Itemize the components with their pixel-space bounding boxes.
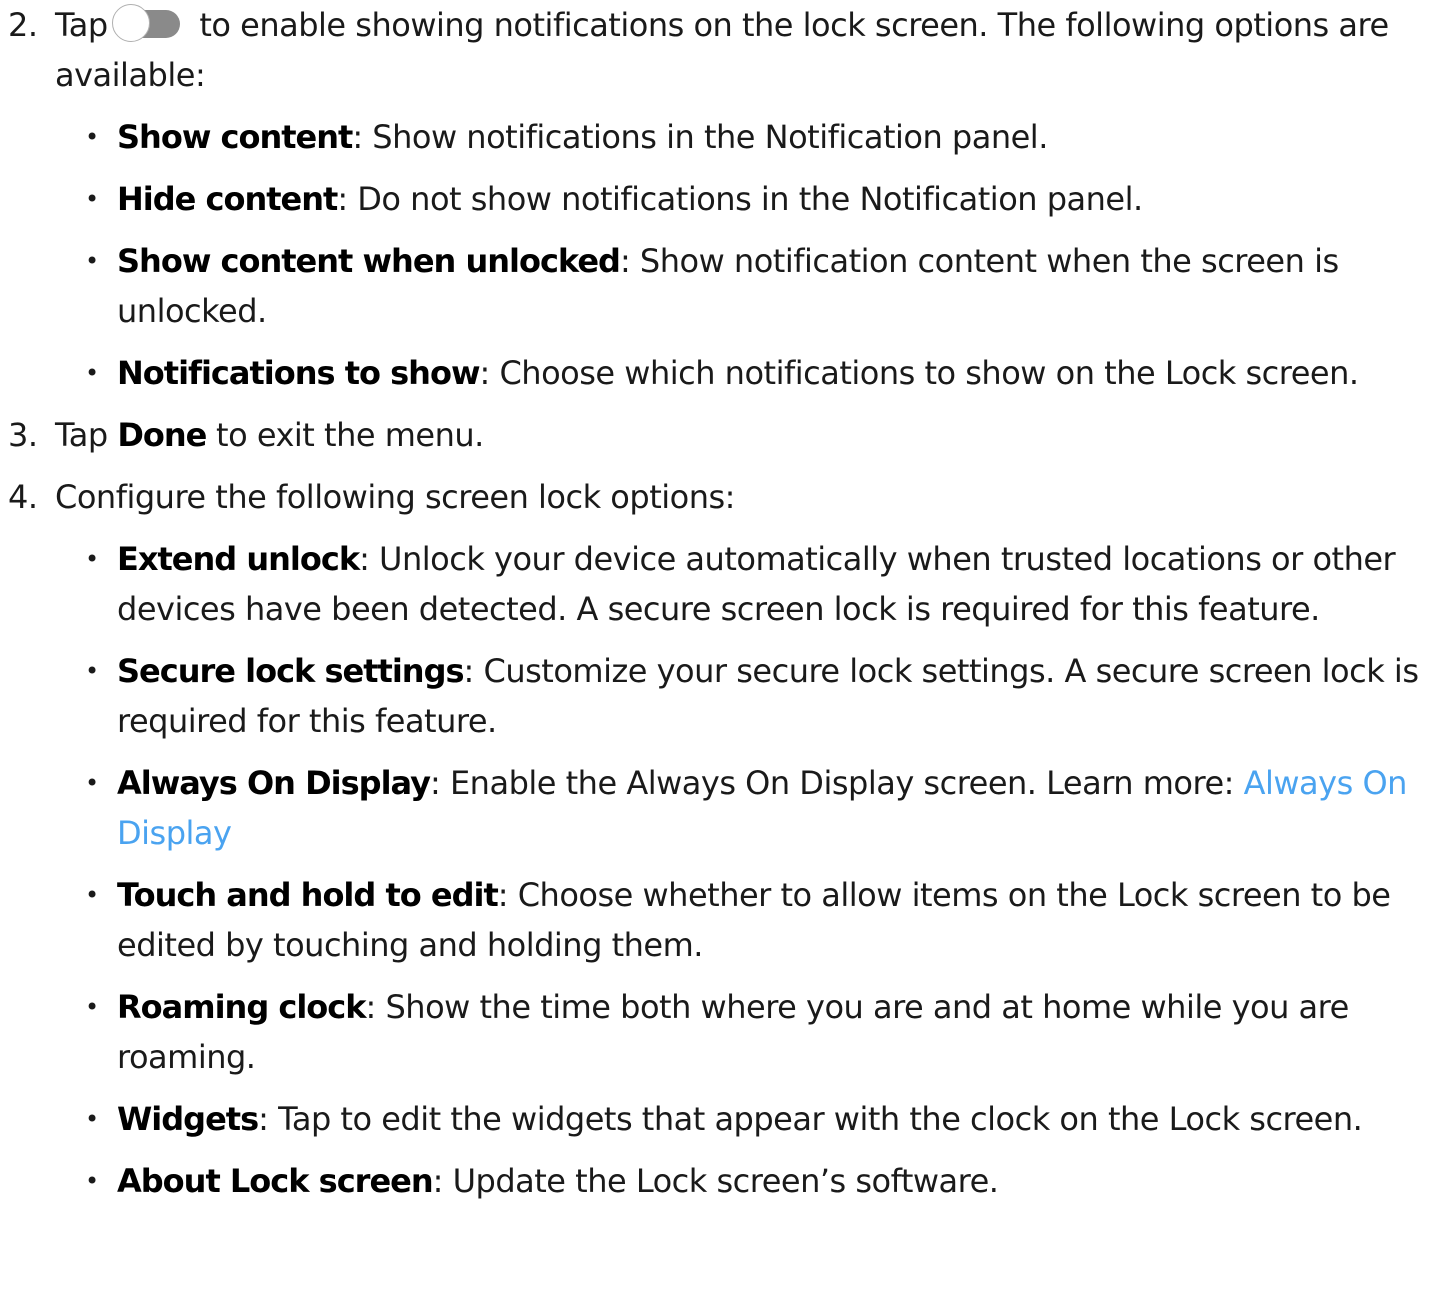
bullet-icon: • (85, 881, 99, 909)
option-term: Widgets (117, 1100, 259, 1138)
step-4: 4. Configure the following screen lock o… (0, 472, 1429, 1206)
option-term: Notifications to show (117, 354, 480, 392)
list-item-notifications-to-show: • Notifications to show: Choose which no… (55, 348, 1429, 398)
list-item-extend-unlock: • Extend unlock: Unlock your device auto… (55, 534, 1429, 634)
bullet-icon: • (85, 123, 99, 151)
step-2: 2. Tap to enable showing notifications o… (0, 0, 1429, 398)
done-term: Done (117, 416, 207, 454)
option-desc: : Show notifications in the Notification… (352, 118, 1048, 156)
toggle-off-icon (111, 4, 186, 44)
bullet-icon: • (85, 185, 99, 213)
option-term: Touch and hold to edit (117, 876, 499, 914)
option-desc: : Do not show notifications in the Notif… (337, 180, 1143, 218)
notification-options-list: • Show content: Show notifications in th… (55, 112, 1429, 398)
bullet-icon: • (85, 1105, 99, 1133)
option-term: Show content when unlocked (117, 242, 621, 280)
option-term: Show content (117, 118, 353, 156)
bullet-icon: • (85, 359, 99, 387)
list-item-touch-and-hold: • Touch and hold to edit: Choose whether… (55, 870, 1429, 970)
step-text-post: to exit the menu. (206, 416, 484, 454)
step-number: 4. (8, 478, 38, 516)
list-item-show-content: • Show content: Show notifications in th… (55, 112, 1429, 162)
option-desc: : Enable the Always On Display screen. L… (430, 764, 1244, 802)
list-item-roaming-clock: • Roaming clock: Show the time both wher… (55, 982, 1429, 1082)
step-3: 3. Tap Done to exit the menu. (0, 410, 1429, 460)
list-item-secure-lock-settings: • Secure lock settings: Customize your s… (55, 646, 1429, 746)
option-term: Extend unlock (117, 540, 360, 578)
list-item-show-content-unlocked: • Show content when unlocked: Show notif… (55, 236, 1429, 336)
option-term: About Lock screen (117, 1162, 434, 1200)
list-item-widgets: • Widgets: Tap to edit the widgets that … (55, 1094, 1429, 1144)
option-desc: : Tap to edit the widgets that appear wi… (258, 1100, 1363, 1138)
step-number: 2. (8, 6, 38, 44)
screen-lock-options-list: • Extend unlock: Unlock your device auto… (55, 534, 1429, 1206)
option-term: Hide content (117, 180, 338, 218)
option-desc: : Choose which notifications to show on … (479, 354, 1360, 392)
bullet-icon: • (85, 1167, 99, 1195)
option-desc: : Update the Lock screen’s software. (432, 1162, 999, 1200)
step-text: Configure the following screen lock opti… (55, 478, 735, 516)
list-item-always-on-display: • Always On Display: Enable the Always O… (55, 758, 1429, 858)
step-text-pre: Tap (55, 416, 118, 454)
list-item-hide-content: • Hide content: Do not show notification… (55, 174, 1429, 224)
option-term: Roaming clock (117, 988, 367, 1026)
step-text-post: to enable showing notifications on the l… (55, 6, 1389, 94)
step-number: 3. (8, 416, 38, 454)
bullet-icon: • (85, 993, 99, 1021)
step-text-pre: Tap (55, 6, 108, 44)
option-term: Always On Display (117, 764, 431, 802)
bullet-icon: • (85, 769, 99, 797)
instructions-document: 2. Tap to enable showing notifications o… (0, 0, 1429, 1218)
list-item-about-lock-screen: • About Lock screen: Update the Lock scr… (55, 1156, 1429, 1206)
bullet-icon: • (85, 247, 99, 275)
bullet-icon: • (85, 545, 99, 573)
option-term: Secure lock settings (117, 652, 465, 690)
bullet-icon: • (85, 657, 99, 685)
